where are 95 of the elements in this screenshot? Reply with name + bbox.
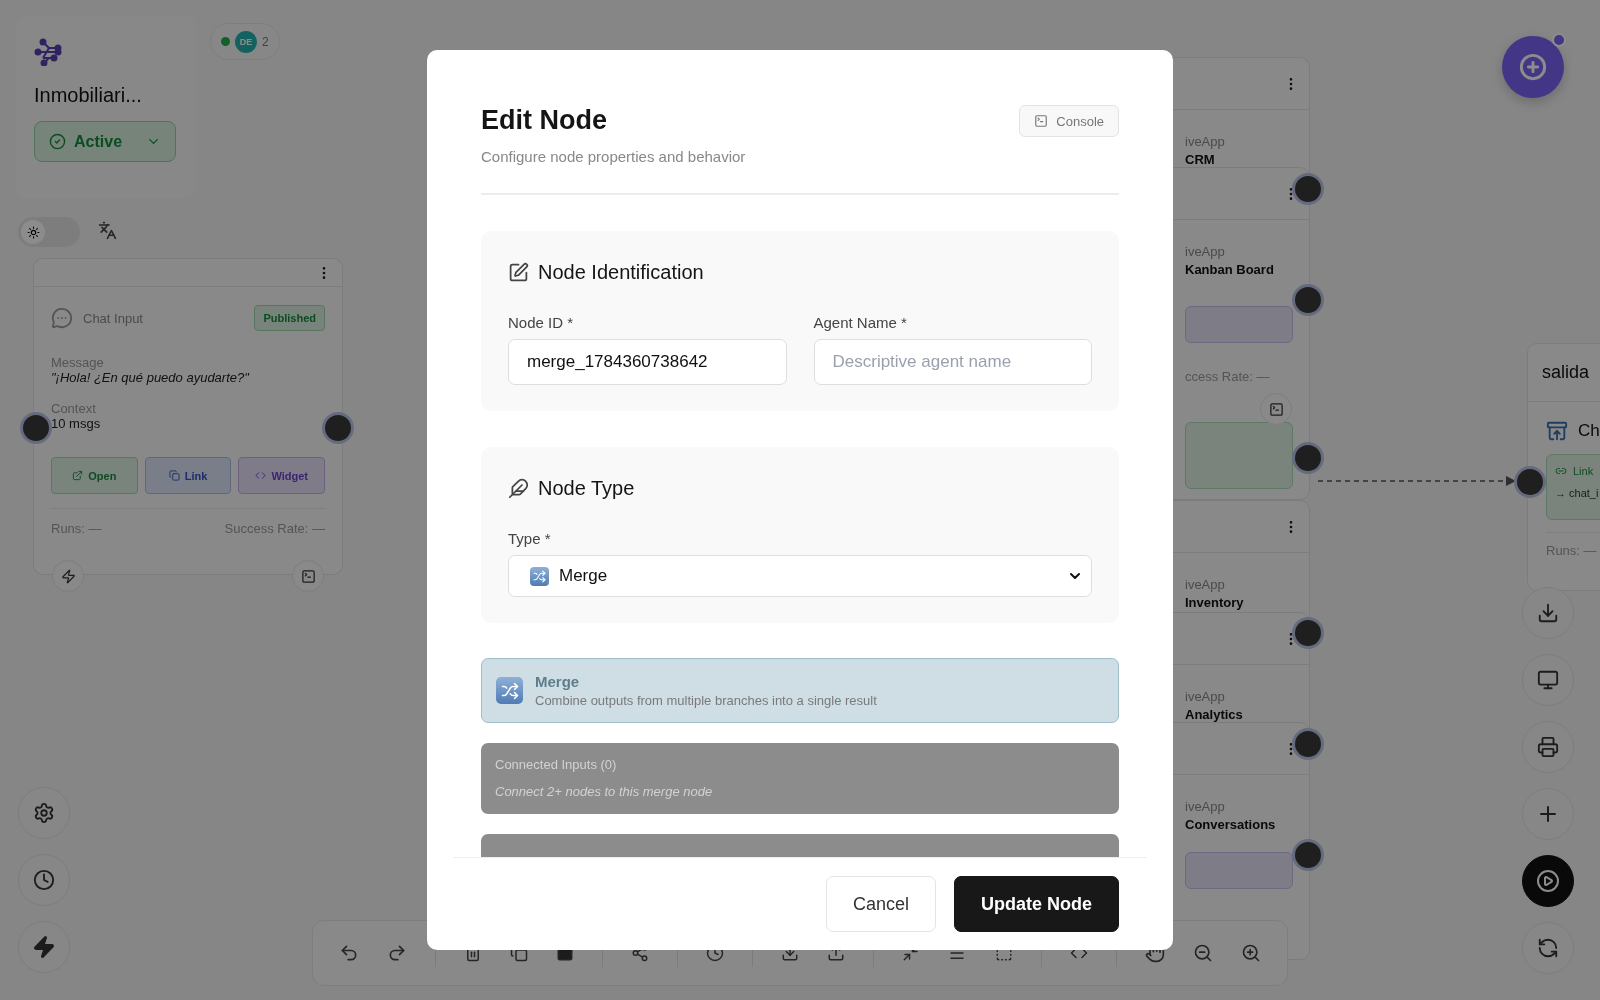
user-avatar: DE [235, 30, 257, 53]
sun-icon [26, 225, 40, 239]
plus-circle-icon [1519, 53, 1547, 81]
add-node-button[interactable] [1502, 36, 1564, 98]
node-handle[interactable] [325, 415, 351, 441]
download-icon [1537, 602, 1559, 624]
user-count: 2 [262, 34, 269, 49]
node-title: Chat Input [83, 310, 144, 326]
run-button[interactable] [1522, 855, 1574, 907]
history-button[interactable] [18, 854, 70, 906]
lightning-icon [32, 935, 56, 959]
bolt-button[interactable] [18, 921, 70, 973]
node-handle[interactable] [1295, 176, 1321, 202]
node-action-button[interactable]: Widget [238, 457, 325, 494]
external-link-icon [72, 470, 84, 481]
update-button[interactable]: Update Node [954, 876, 1119, 932]
translate-button[interactable] [98, 221, 117, 240]
node-handle[interactable] [1295, 731, 1321, 757]
online-dot-icon [221, 37, 230, 46]
translate-icon [98, 221, 117, 240]
copy-icon [168, 470, 180, 481]
dialog-subtitle: Configure node properties and behavior [481, 148, 746, 165]
node-name: CRM [1185, 152, 1216, 167]
printer-icon [1537, 736, 1559, 758]
chat-bubble-icon [51, 307, 73, 329]
type-title: Merge [535, 673, 581, 690]
node-handle[interactable] [1295, 620, 1321, 646]
zoom-out-button[interactable] [1192, 943, 1213, 963]
monitor-icon [1537, 669, 1559, 691]
terminal-icon [300, 568, 316, 584]
terminal-icon [1268, 401, 1284, 417]
node-type: iveApp [1185, 134, 1226, 149]
node-handle[interactable] [1295, 842, 1321, 868]
network-logo-icon [34, 38, 64, 66]
import-button[interactable] [1522, 587, 1574, 639]
shuffle-icon [530, 566, 549, 586]
play-icon [1536, 869, 1560, 893]
type-description: Combine outputs from multiple branches into a single result [535, 693, 877, 708]
node-type: iveApp [1185, 244, 1226, 259]
add-button[interactable] [1522, 788, 1574, 840]
zoom-in-button[interactable] [1240, 943, 1261, 963]
settings-icon [33, 802, 55, 824]
node-name: Ch [1578, 421, 1600, 441]
node-handle[interactable] [23, 415, 49, 441]
node-name: Analytics [1185, 707, 1244, 722]
field-value: 10 msgs [51, 416, 102, 431]
lightning-icon [60, 568, 76, 584]
feather-icon [508, 478, 529, 499]
code-icon [255, 470, 267, 481]
outbox-icon [1546, 420, 1568, 442]
theme-toggle[interactable] [18, 217, 80, 247]
undo-button[interactable] [339, 943, 359, 963]
redo-button[interactable] [387, 943, 408, 963]
section-title: Node Type [538, 477, 635, 500]
node-handle[interactable] [1517, 469, 1543, 495]
refresh-button[interactable] [1522, 922, 1574, 974]
settings-button[interactable] [18, 787, 70, 839]
link-label: Link [1573, 465, 1594, 477]
node-action-button[interactable]: Link [144, 457, 232, 494]
node-type: iveApp [1185, 689, 1226, 704]
edit-icon [508, 262, 529, 283]
field-label: Agent Name * [813, 314, 908, 331]
dialog-title: Edit Node [481, 105, 608, 136]
project-title: Inmobiliari... [34, 84, 143, 107]
check-circle-icon [49, 133, 66, 150]
field-value: "¡Hola! ¿En qué puedo ayudarte?" [51, 370, 251, 385]
field-label: Node ID * [508, 314, 575, 331]
text-input[interactable]: merge_1784360738642 [508, 339, 787, 385]
refresh-icon [1537, 937, 1559, 959]
panel-title: Connected Inputs (0) [495, 757, 618, 772]
text-input[interactable]: Descriptive agent name [813, 339, 1092, 385]
node-handle[interactable] [1295, 445, 1321, 471]
clock-icon [33, 869, 55, 891]
field-label: Type * [508, 530, 552, 547]
link-target: → chat_i [1555, 487, 1600, 499]
notification-dot-icon [1552, 33, 1566, 47]
node-name: Inventory [1185, 595, 1245, 610]
node-handle[interactable] [1295, 287, 1321, 313]
node-type: iveApp [1185, 577, 1226, 592]
console-button[interactable]: Console [1019, 105, 1119, 137]
node-name: Kanban Board [1185, 262, 1275, 277]
node-type: iveApp [1185, 799, 1226, 814]
terminal-icon [1034, 114, 1049, 128]
section-title: Node Identification [538, 261, 704, 284]
monitor-button[interactable] [1522, 654, 1574, 706]
published-badge: Published [254, 305, 325, 331]
panel-hint: Connect 2+ nodes to this merge node [495, 784, 714, 799]
presence-pill[interactable]: DE 2 [210, 23, 280, 60]
node-name: Conversations [1185, 817, 1277, 832]
cancel-button[interactable]: Cancel [825, 876, 936, 932]
printer-button[interactable] [1522, 721, 1574, 773]
type-select[interactable]: Merge [508, 555, 1092, 597]
link-icon [1555, 465, 1567, 477]
shuffle-icon [496, 677, 523, 704]
node-title: salida [1542, 362, 1590, 382]
